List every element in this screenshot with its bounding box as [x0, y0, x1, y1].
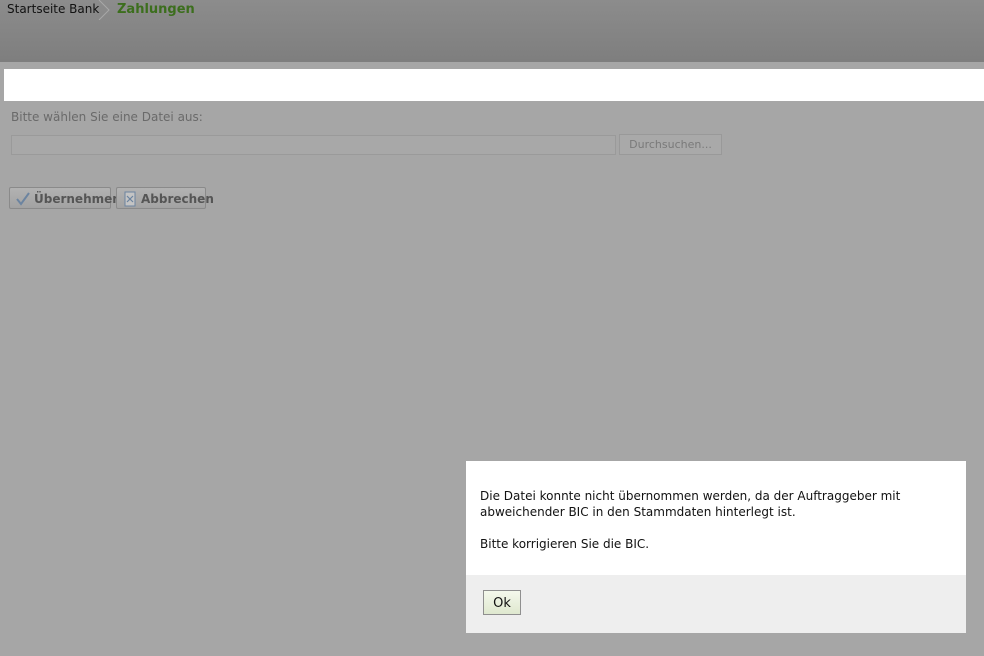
breadcrumb-current: Zahlungen: [117, 2, 195, 17]
error-dialog: Die Datei konnte nicht übernommen werden…: [466, 461, 966, 633]
chevron-right-icon: [98, 0, 110, 20]
cancel-button-label: Abbrechen: [141, 192, 214, 206]
browse-button[interactable]: Durchsuchen...: [619, 134, 722, 155]
dialog-footer: Ok: [466, 575, 966, 633]
ok-button[interactable]: Ok: [483, 590, 521, 615]
dialog-message: Die Datei konnte nicht übernommen werden…: [480, 488, 950, 552]
apply-button[interactable]: Übernehmen: [9, 187, 121, 209]
file-select-label: Bitte wählen Sie eine Datei aus:: [11, 110, 203, 124]
top-bar: Startseite Bank Zahlungen: [0, 0, 984, 62]
apply-button-label: Übernehmen: [34, 192, 121, 206]
breadcrumb-home-link[interactable]: Startseite Bank: [7, 2, 99, 16]
document-cancel-icon: [124, 191, 136, 207]
dialog-message-hint: Bitte korrigieren Sie die BIC.: [480, 537, 650, 551]
header-strip: [4, 69, 984, 101]
dialog-message-text: Die Datei konnte nicht übernommen werden…: [480, 489, 901, 519]
file-path-input[interactable]: [11, 135, 616, 155]
checkmark-icon: [16, 192, 30, 206]
cancel-button[interactable]: Abbrechen: [116, 187, 214, 209]
